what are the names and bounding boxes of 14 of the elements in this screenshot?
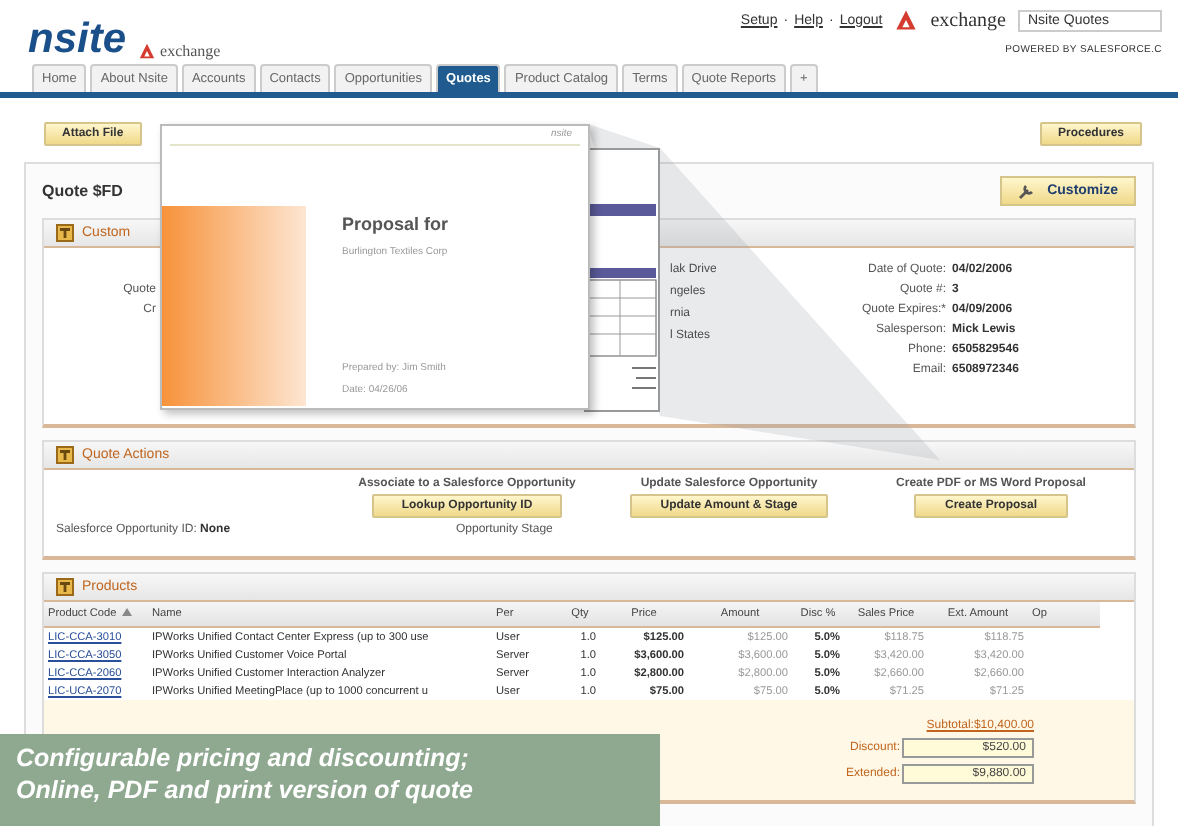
logo-icon (138, 42, 157, 60)
section-icon (56, 446, 74, 464)
section-icon (56, 224, 74, 242)
partner-logo: exchange (160, 42, 221, 60)
nsite-logo: nsite (28, 16, 127, 64)
caption-line: Online, PDF and print version of quote (16, 776, 475, 804)
section-icon (56, 578, 74, 596)
app-logo: exchange (930, 9, 1006, 31)
wrench-icon (1017, 182, 1036, 200)
quote-title: Quote $FD (42, 182, 123, 200)
sort-arrow-icon (122, 608, 133, 616)
proposal-title: Proposal for (342, 214, 451, 234)
caption-line: Configurable pricing and discounting; (16, 744, 471, 772)
logo-icon (894, 8, 919, 32)
